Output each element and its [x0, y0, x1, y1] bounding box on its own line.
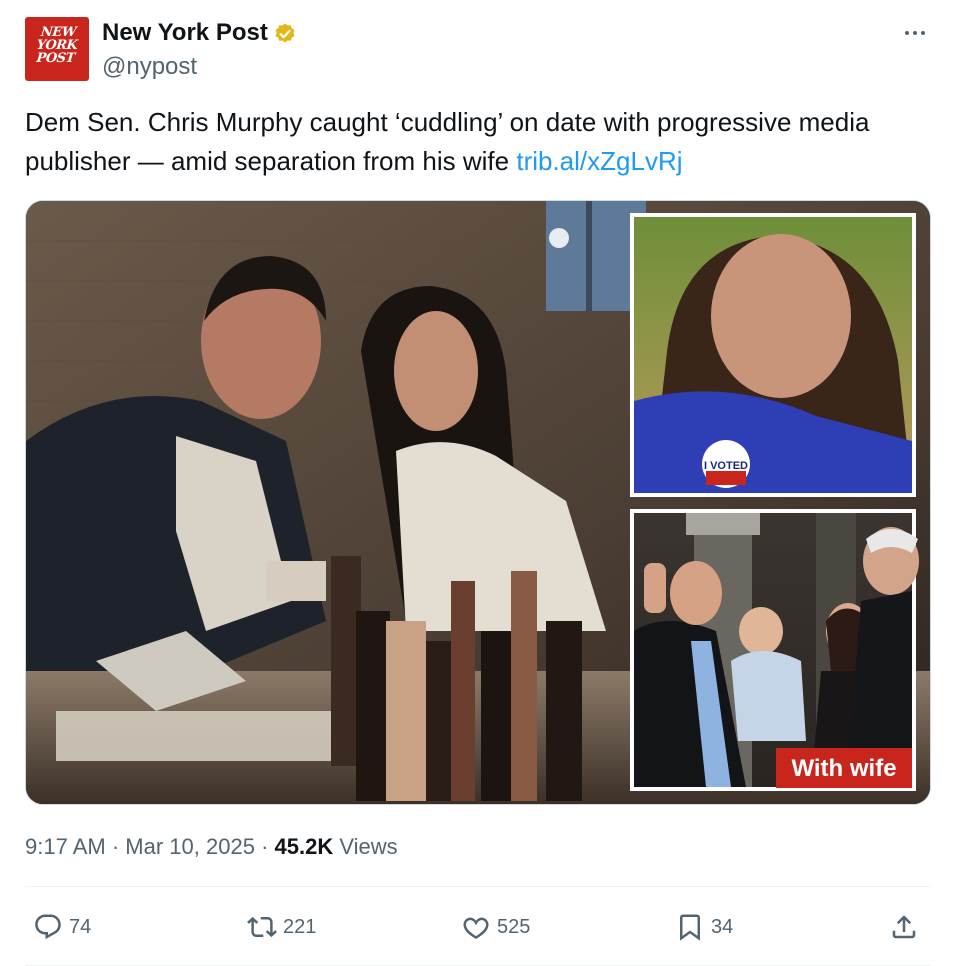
with-wife-label: With wife — [791, 755, 896, 782]
share-button[interactable] — [889, 904, 919, 950]
tweet-date[interactable]: Mar 10, 2025 — [125, 834, 255, 859]
like-count: 525 — [497, 916, 531, 938]
avatar-logo-text: NEW YORK POST — [35, 25, 79, 66]
views-label: Views — [339, 834, 398, 859]
repost-icon — [247, 916, 277, 938]
avatar[interactable]: NEW YORK POST — [25, 17, 89, 81]
reply-icon — [35, 914, 61, 940]
divider-top — [25, 886, 931, 887]
views-count: 45.2K — [274, 834, 334, 859]
tweet-header: NEW YORK POST New York Post @nypost — [25, 17, 931, 83]
tweet-time[interactable]: 9:17 AM — [25, 834, 106, 859]
tweet-link[interactable]: trib.al/xZgLvRj — [516, 146, 682, 176]
like-button[interactable]: 525 — [461, 904, 530, 950]
media-photo: I VOTED With wife — [26, 201, 930, 804]
reply-button[interactable]: 74 — [33, 904, 91, 950]
action-bar: 74 221 525 34 — [25, 904, 931, 950]
more-options-icon[interactable] — [901, 19, 929, 47]
voted-sticker-text: I VOTED — [704, 460, 748, 472]
repost-count: 221 — [283, 916, 317, 938]
repost-button[interactable]: 221 — [247, 904, 316, 950]
meta-separator-1: · — [111, 834, 120, 859]
reply-count: 74 — [69, 916, 92, 938]
tweet-body: Dem Sen. Chris Murphy caught ‘cuddling’ … — [25, 107, 870, 176]
tweet-text: Dem Sen. Chris Murphy caught ‘cuddling’ … — [25, 103, 931, 181]
like-icon — [463, 917, 489, 939]
bookmark-count: 34 — [711, 916, 734, 938]
bookmark-icon — [680, 914, 700, 941]
tweet-meta: 9:17 AM · Mar 10, 2025 · 45.2K Views — [25, 832, 398, 862]
handle[interactable]: @nypost — [102, 52, 197, 82]
bookmark-button[interactable]: 34 — [675, 904, 733, 950]
share-icon — [892, 915, 916, 939]
verified-badge-icon[interactable] — [273, 22, 297, 46]
meta-separator-2: · — [261, 834, 269, 859]
tweet-media[interactable]: I VOTED With wife — [25, 200, 931, 805]
display-name[interactable]: New York Post — [102, 18, 268, 48]
